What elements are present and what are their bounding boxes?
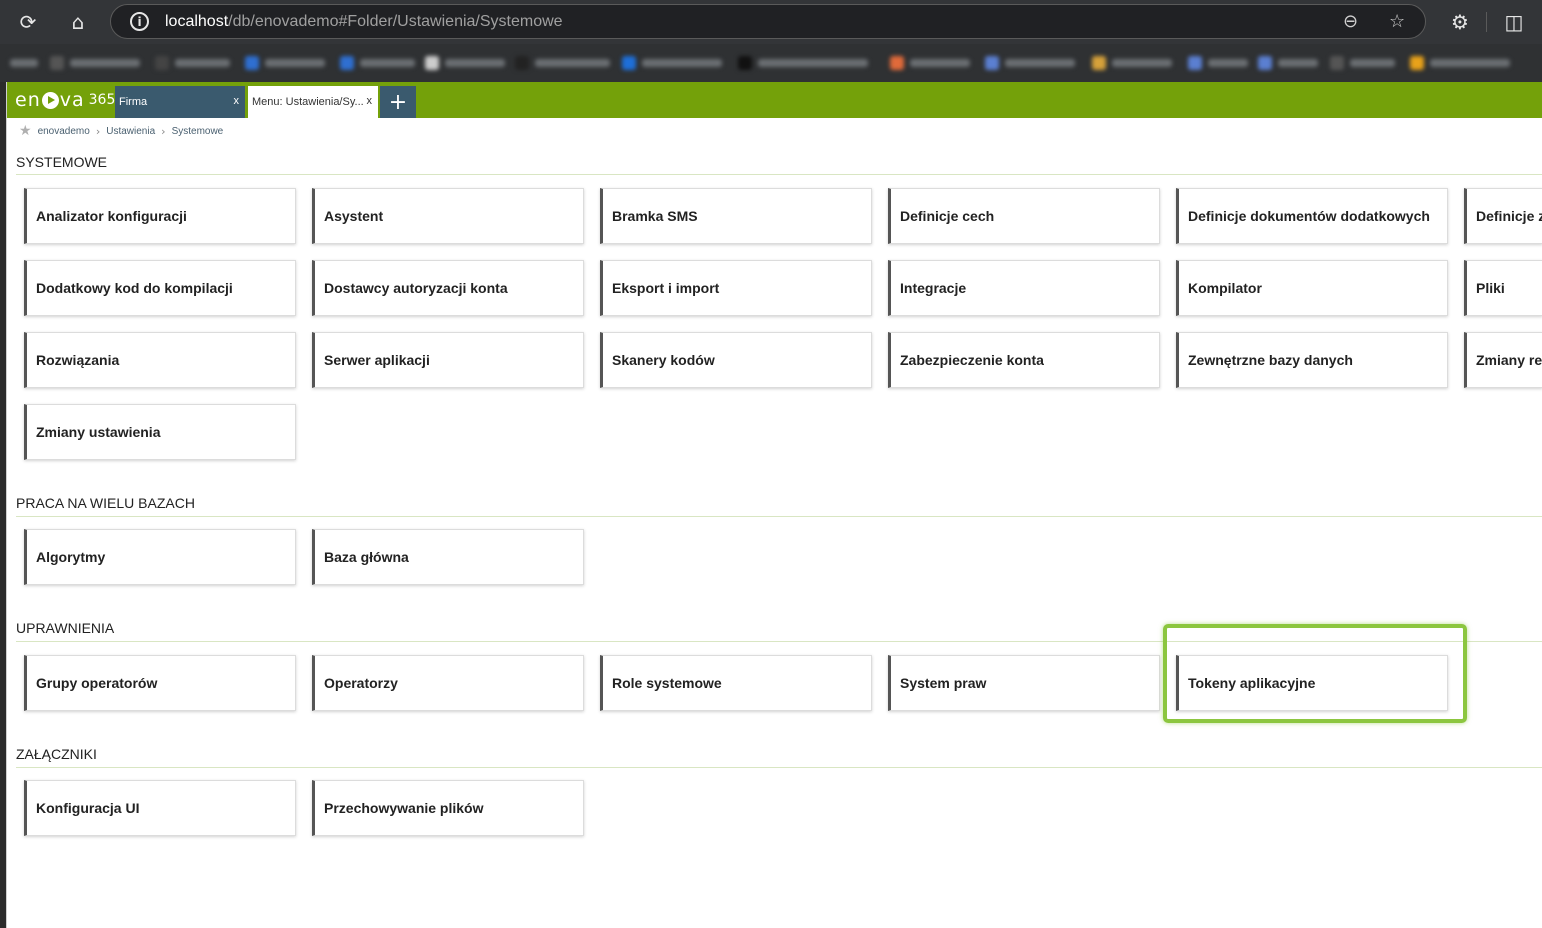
- breadcrumb-item[interactable]: enovademo: [38, 126, 90, 137]
- bookmark-item[interactable]: [245, 56, 325, 70]
- browser-toolbar: ⟳ ⌂ i localhost/db/enovademo#Folder/Usta…: [0, 0, 1542, 44]
- chevron-right-icon: ›: [161, 124, 166, 138]
- bookmark-item[interactable]: [340, 56, 415, 70]
- url-text[interactable]: localhost/db/enovademo#Folder/Ustawienia…: [165, 13, 563, 31]
- bookmark-item[interactable]: [1188, 56, 1248, 70]
- tab-menu-ustawienia[interactable]: Menu: Ustawienia/Sy... x: [248, 86, 378, 118]
- tab-firma[interactable]: Firma x: [115, 86, 245, 118]
- bookmark-item[interactable]: [1410, 56, 1510, 70]
- bookmark-item[interactable]: [985, 56, 1075, 70]
- reload-icon[interactable]: ⟳: [14, 8, 42, 36]
- section-divider: [16, 174, 1542, 175]
- site-info-icon[interactable]: i: [130, 12, 149, 31]
- tile-przechowywanie-plikow[interactable]: Przechowywanie plików: [312, 780, 584, 836]
- bookmark-item[interactable]: [10, 56, 38, 70]
- tile-definicje-cech[interactable]: Definicje cech: [888, 188, 1160, 244]
- enova-app: en va 365 Firma x Menu: Ustawienia/Sy... x…: [6, 82, 1542, 928]
- tab-label: Menu: Ustawienia/Sy...: [252, 96, 364, 108]
- logo-text: en: [15, 89, 41, 111]
- enova365-logo[interactable]: en va 365: [15, 86, 115, 114]
- app-header: en va 365 Firma x Menu: Ustawienia/Sy... x…: [7, 82, 1542, 118]
- home-icon[interactable]: ⌂: [64, 8, 92, 36]
- url-host: localhost: [165, 13, 229, 30]
- section-title: SYSTEMOWE: [16, 154, 108, 170]
- url-path: /db/enovademo#Folder/Ustawienia/Systemow…: [228, 13, 563, 30]
- section-title: PRACA NA WIELU BAZACH: [16, 495, 195, 511]
- bookmark-item[interactable]: [738, 56, 868, 70]
- zoom-icon[interactable]: ⊖: [1343, 11, 1358, 32]
- tile-dostawcy-autoryzacji[interactable]: Dostawcy autoryzacji konta: [312, 260, 584, 316]
- bookmark-item[interactable]: [515, 56, 610, 70]
- logo-text-2: va: [59, 89, 85, 111]
- tile-definicje-z[interactable]: Definicje z: [1464, 188, 1542, 244]
- breadcrumb-item[interactable]: Systemowe: [172, 126, 224, 137]
- tile-dodatkowy-kod[interactable]: Dodatkowy kod do kompilacji: [24, 260, 296, 316]
- logo-play-icon: [41, 91, 59, 109]
- tile-analizator-konfiguracji[interactable]: Analizator konfiguracji: [24, 188, 296, 244]
- tile-algorytmy[interactable]: Algorytmy: [24, 529, 296, 585]
- tile-definicje-dokumentow-dodatkowych[interactable]: Definicje dokumentów dodatkowych: [1176, 188, 1448, 244]
- section-title: ZAŁĄCZNIKI: [16, 746, 97, 762]
- bookmark-item[interactable]: [155, 56, 230, 70]
- breadcrumb: ★ enovademo › Ustawienia › Systemowe: [19, 123, 224, 139]
- tile-serwer-aplikacji[interactable]: Serwer aplikacji: [312, 332, 584, 388]
- tile-baza-glowna[interactable]: Baza główna: [312, 529, 584, 585]
- tile-grupy-operatorow[interactable]: Grupy operatorów: [24, 655, 296, 711]
- tile-integracje[interactable]: Integracje: [888, 260, 1160, 316]
- close-icon[interactable]: x: [234, 95, 240, 107]
- bookmark-item[interactable]: [425, 56, 505, 70]
- bookmark-star-icon[interactable]: ☆: [1389, 11, 1405, 32]
- bookmark-item[interactable]: [622, 56, 722, 70]
- bookmark-item[interactable]: [50, 56, 140, 70]
- tile-bramka-sms[interactable]: Bramka SMS: [600, 188, 872, 244]
- extensions-icon[interactable]: ⚙: [1446, 8, 1474, 36]
- address-bar[interactable]: i localhost/db/enovademo#Folder/Ustawien…: [110, 4, 1426, 39]
- add-tab-button[interactable]: +: [380, 86, 416, 118]
- tile-konfiguracja-ui[interactable]: Konfiguracja UI: [24, 780, 296, 836]
- bookmark-item[interactable]: [890, 56, 970, 70]
- tile-role-systemowe[interactable]: Role systemowe: [600, 655, 872, 711]
- tile-zabezpieczenie-konta[interactable]: Zabezpieczenie konta: [888, 332, 1160, 388]
- split-view-icon[interactable]: ◫: [1500, 8, 1528, 36]
- section-title: UPRAWNIENIA: [16, 620, 115, 636]
- breadcrumb-item[interactable]: Ustawienia: [106, 126, 155, 137]
- tile-zmiany-ustawienia[interactable]: Zmiany ustawienia: [24, 404, 296, 460]
- logo-number: 365: [88, 92, 116, 108]
- tile-zewnetrzne-bazy-danych[interactable]: Zewnętrzne bazy danych: [1176, 332, 1448, 388]
- favorite-star-icon[interactable]: ★: [19, 123, 32, 139]
- chevron-right-icon: ›: [95, 124, 101, 138]
- tile-skanery-kodow[interactable]: Skanery kodów: [600, 332, 872, 388]
- tile-asystent[interactable]: Asystent: [312, 188, 584, 244]
- bookmarks-bar: [0, 44, 1542, 82]
- toolbar-divider: [1486, 12, 1487, 32]
- tile-system-praw[interactable]: System praw: [888, 655, 1160, 711]
- close-icon[interactable]: x: [367, 95, 373, 107]
- tile-eksport-import[interactable]: Eksport i import: [600, 260, 872, 316]
- bookmark-item[interactable]: [1092, 56, 1172, 70]
- bookmark-item[interactable]: [1258, 56, 1318, 70]
- section-divider: [16, 516, 1542, 517]
- tile-rozwiazania[interactable]: Rozwiązania: [24, 332, 296, 388]
- tab-label: Firma: [119, 96, 148, 108]
- tile-operatorzy[interactable]: Operatorzy: [312, 655, 584, 711]
- tile-kompilator[interactable]: Kompilator: [1176, 260, 1448, 316]
- bookmark-item[interactable]: [1330, 56, 1395, 70]
- tile-pliki[interactable]: Pliki: [1464, 260, 1542, 316]
- tile-tokeny-aplikacyjne[interactable]: Tokeny aplikacyjne: [1176, 655, 1448, 711]
- section-divider: [16, 767, 1542, 768]
- tile-zmiany-rek[interactable]: Zmiany rek: [1464, 332, 1542, 388]
- section-divider: [16, 641, 1542, 642]
